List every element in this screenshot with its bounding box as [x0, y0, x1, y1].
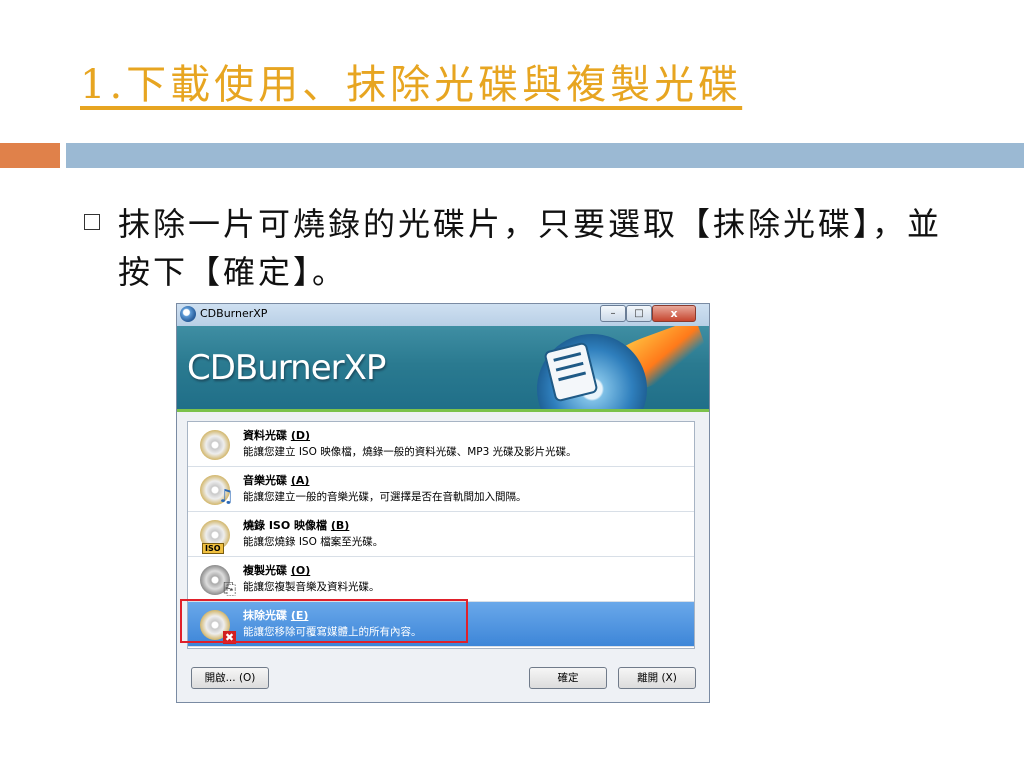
accent-bar-blue	[66, 143, 1024, 168]
minimize-button[interactable]: –	[600, 305, 626, 322]
accent-bar-orange	[0, 143, 60, 168]
item-title: 音樂光碟 (A)	[243, 474, 310, 487]
maximize-icon: □	[634, 308, 644, 319]
iso-disc-icon	[200, 520, 230, 554]
slide-title: 1.下載使用、抹除光碟與複製光碟	[80, 62, 743, 108]
open-button[interactable]: 開啟... (O)	[191, 667, 269, 689]
maximize-button[interactable]: □	[626, 305, 652, 322]
exit-button[interactable]: 離開 (X)	[618, 667, 696, 689]
close-window-button[interactable]: x	[652, 305, 696, 322]
data-disc-icon	[200, 430, 230, 460]
item-title: 燒錄 ISO 映像檔 (B)	[243, 519, 350, 532]
app-banner: CDBurnerXP	[177, 326, 709, 412]
bullet-square-icon	[84, 214, 100, 230]
close-icon: x	[670, 307, 678, 320]
list-item-burn-iso[interactable]: 燒錄 ISO 映像檔 (B) 能讓您燒錄 ISO 檔案至光碟。	[188, 512, 694, 557]
item-title: 資料光碟 (D)	[243, 429, 311, 442]
copy-disc-icon	[200, 565, 236, 599]
item-description: 能讓您燒錄 ISO 檔案至光碟。	[243, 536, 384, 548]
app-disc-icon	[180, 306, 196, 322]
item-description: 能讓您複製音樂及資料光碟。	[243, 581, 380, 593]
banner-divider	[177, 409, 709, 412]
bullet-point: 抹除一片可燒錄的光碟片，只要選取【抹除光碟】，並按下【確定】。	[84, 200, 944, 296]
list-item-music-disc[interactable]: 音樂光碟 (A) 能讓您建立一般的音樂光碟，可選擇是否在音軌間加入間隔。	[188, 467, 694, 512]
music-disc-icon	[200, 475, 234, 507]
ok-button[interactable]: 確定	[529, 667, 607, 689]
selection-highlight-box	[180, 599, 468, 643]
list-item-copy-disc[interactable]: 複製光碟 (O) 能讓您複製音樂及資料光碟。	[188, 557, 694, 602]
item-title: 複製光碟 (O)	[243, 564, 311, 577]
window-title: CDBurnerXP	[200, 307, 268, 320]
window-titlebar[interactable]: CDBurnerXP – □ x	[177, 304, 709, 326]
bullet-text: 抹除一片可燒錄的光碟片，只要選取【抹除光碟】，並按下【確定】。	[118, 205, 943, 291]
cdburnerxp-window: CDBurnerXP – □ x CDBurnerXP 資料光碟 (D) 能讓您…	[176, 303, 710, 703]
minimize-icon: –	[610, 308, 616, 319]
brand-logo-text: CDBurnerXP	[187, 348, 386, 388]
item-description: 能讓您建立 ISO 映像檔，燒錄一般的資料光碟、MP3 光碟及影片光碟。	[243, 446, 577, 458]
list-item-data-disc[interactable]: 資料光碟 (D) 能讓您建立 ISO 映像檔，燒錄一般的資料光碟、MP3 光碟及…	[188, 422, 694, 467]
item-description: 能讓您建立一般的音樂光碟，可選擇是否在音軌間加入間隔。	[243, 491, 527, 503]
